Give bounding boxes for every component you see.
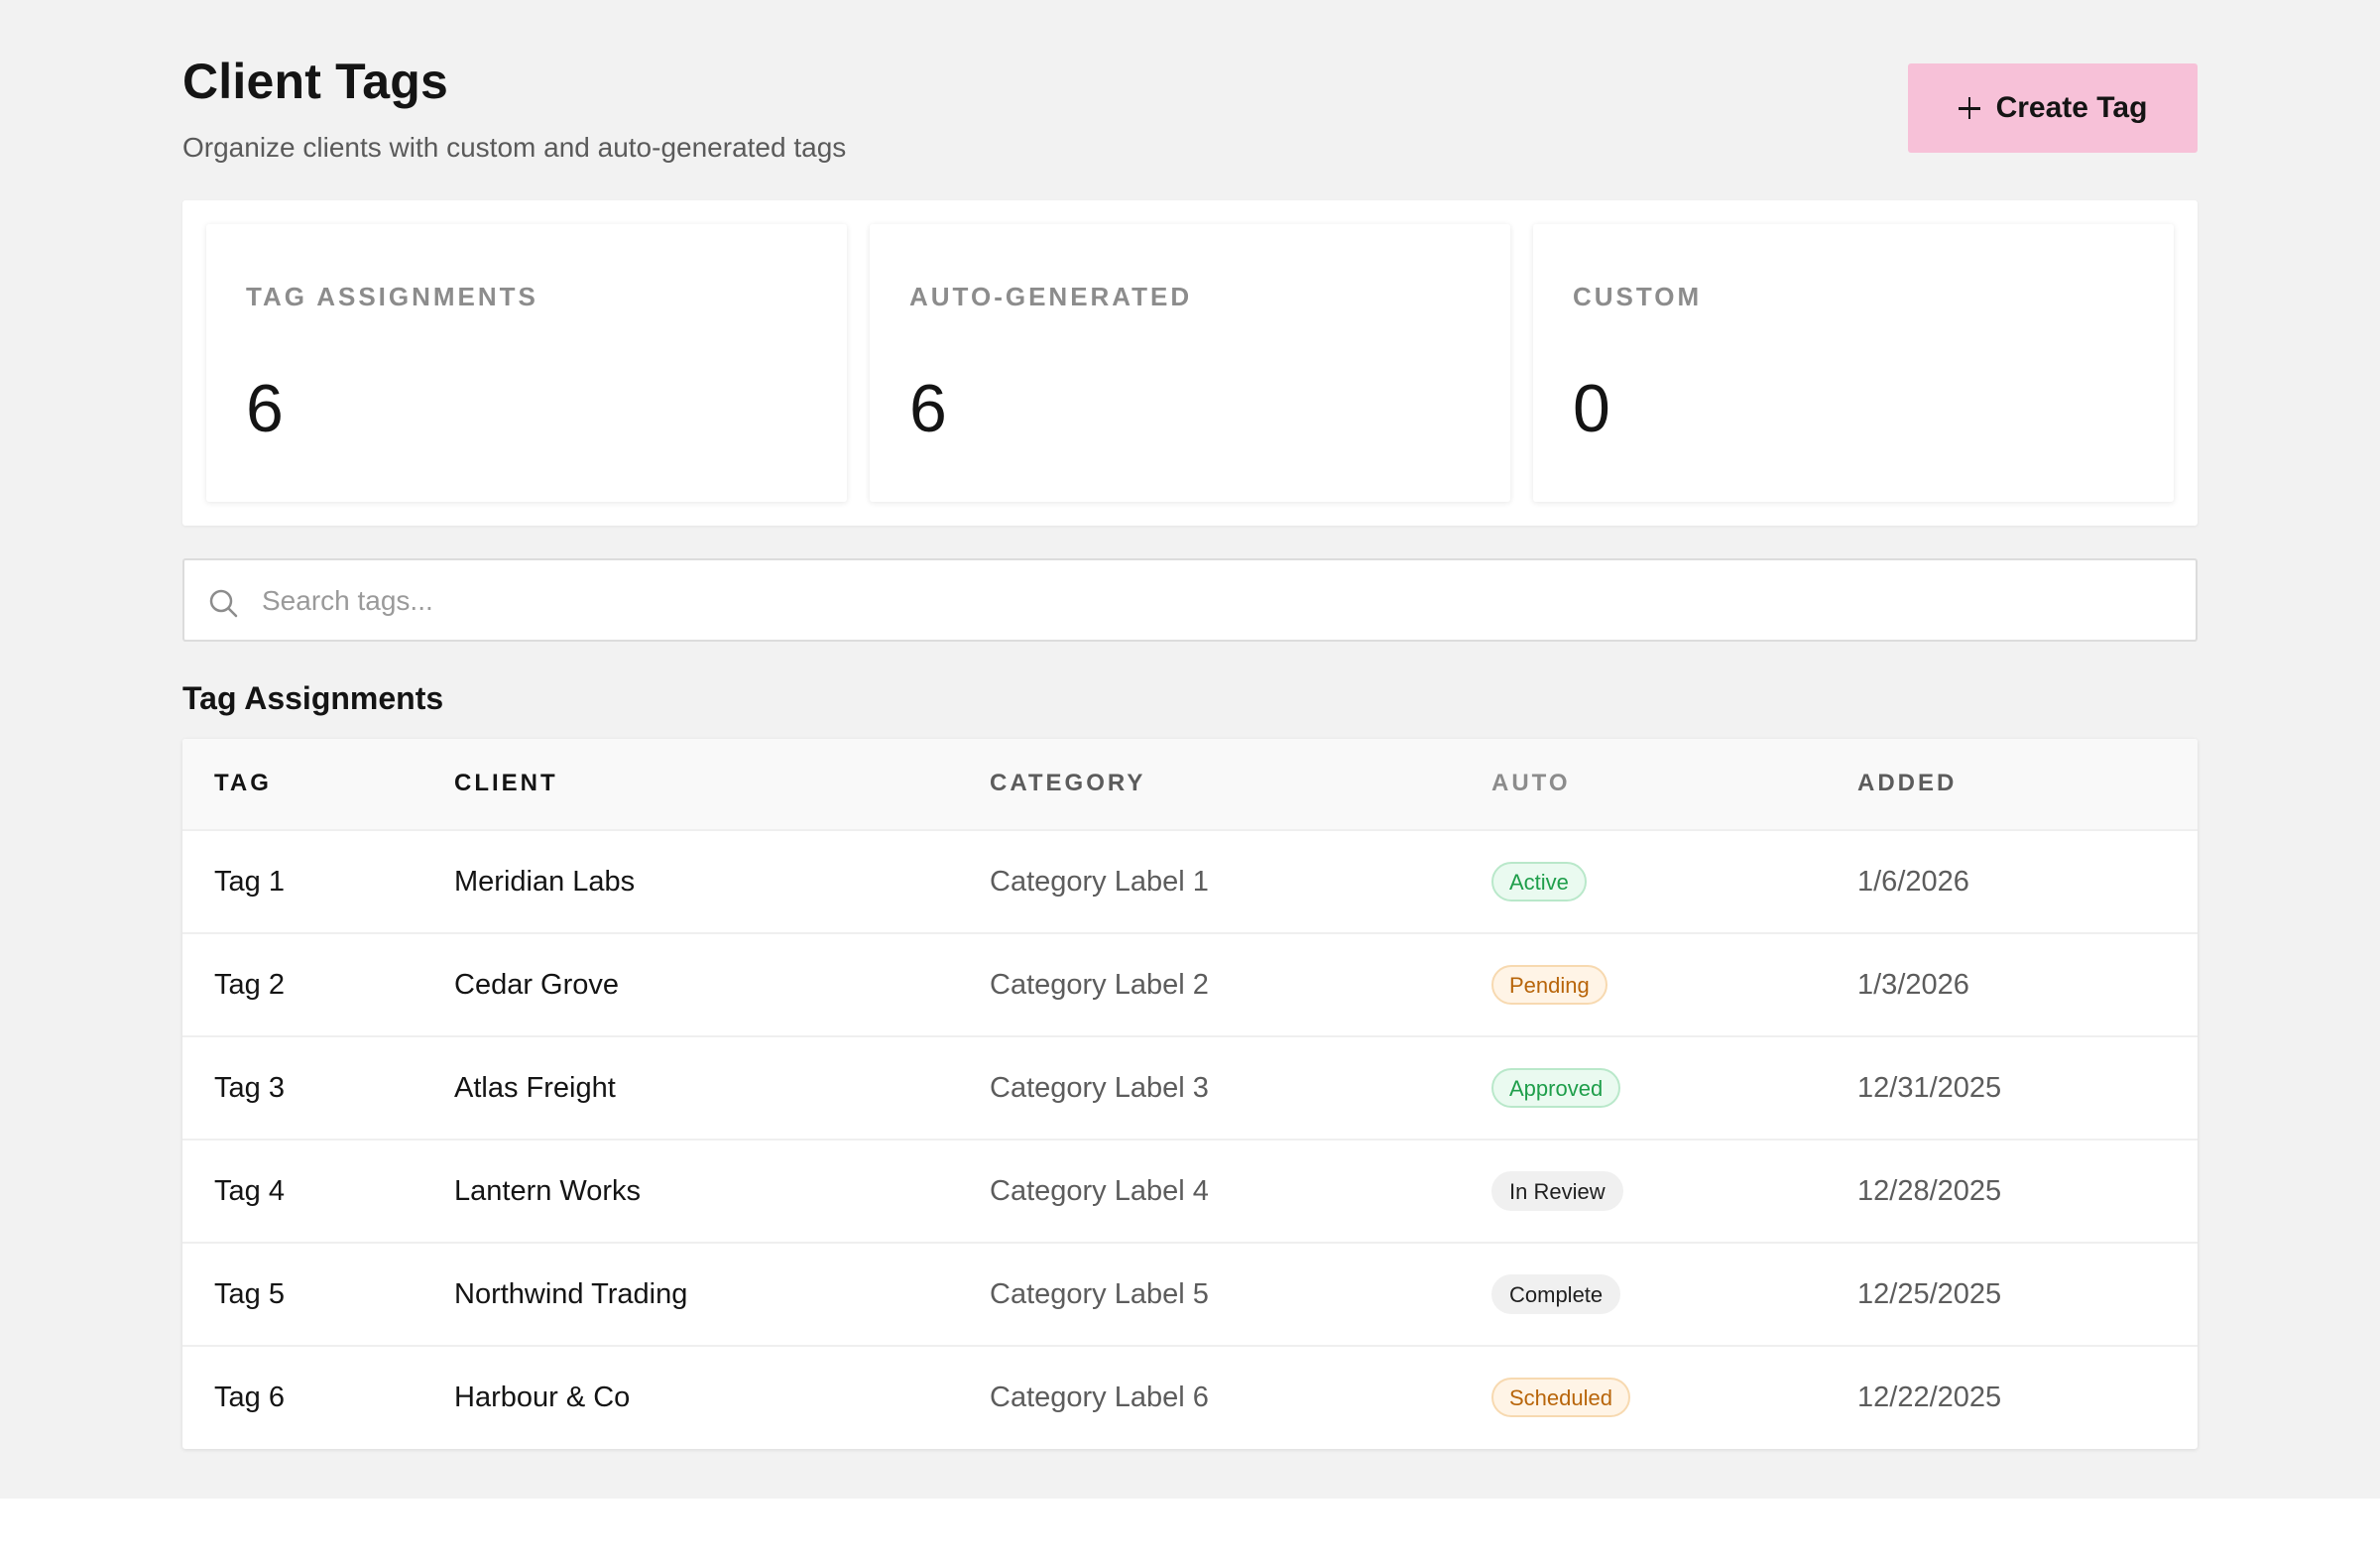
cell-added: 12/31/2025 (1857, 1071, 2002, 1104)
table-row[interactable]: Tag 5 Northwind Trading Category Label 5… (182, 1242, 2198, 1345)
column-header-added[interactable]: ADDED (1857, 770, 1957, 797)
cell-client: Meridian Labs (454, 865, 636, 898)
cell-added: 1/6/2026 (1857, 865, 1969, 898)
cell-client: Harbour & Co (454, 1381, 631, 1413)
search-input[interactable] (260, 560, 2148, 642)
cell-auto: In Review (1491, 1141, 1623, 1242)
cell-category: Category Label 3 (990, 1071, 1209, 1104)
cell-auto: Complete (1491, 1244, 1621, 1345)
cell-client: Northwind Trading (454, 1277, 688, 1310)
status-badge: Complete (1491, 1274, 1621, 1314)
cell-auto: Pending (1491, 934, 1607, 1035)
status-badge: Scheduled (1491, 1378, 1630, 1417)
cell-added: 12/25/2025 (1857, 1277, 2002, 1310)
create-tag-button-label: Create Tag (1995, 91, 2148, 124)
stat-label: AUTO-GENERATED (909, 282, 1193, 311)
cell-added: 12/28/2025 (1857, 1174, 2002, 1207)
page-subtitle: Organize clients with custom and auto-ge… (182, 132, 847, 163)
stat-card-custom: CUSTOM 0 (1533, 224, 2174, 502)
tag-assignments-table: TAG CLIENT CATEGORY AUTO ADDED Tag 1 Mer… (182, 739, 2198, 1449)
tag-assignments-heading: Tag Assignments (182, 680, 444, 716)
status-badge: In Review (1491, 1171, 1623, 1211)
status-badge: Active (1491, 862, 1587, 902)
stat-label: CUSTOM (1573, 282, 1703, 311)
cell-auto: Scheduled (1491, 1347, 1630, 1448)
stat-value: 0 (1573, 371, 1610, 446)
table-row[interactable]: Tag 6 Harbour & Co Category Label 6 Sche… (182, 1345, 2198, 1448)
stat-value: 6 (246, 371, 284, 446)
cell-category: Category Label 6 (990, 1381, 1209, 1413)
cell-tag: Tag 1 (214, 865, 285, 898)
column-header-tag[interactable]: TAG (214, 770, 272, 797)
cell-tag: Tag 5 (214, 1277, 285, 1310)
cell-category: Category Label 5 (990, 1277, 1209, 1310)
cell-client: Cedar Grove (454, 968, 620, 1001)
cell-auto: Active (1491, 831, 1587, 932)
page-title: Client Tags (182, 54, 448, 109)
column-header-category[interactable]: CATEGORY (990, 770, 1145, 797)
table-row[interactable]: Tag 2 Cedar Grove Category Label 2 Pendi… (182, 932, 2198, 1035)
stat-value: 6 (909, 371, 947, 446)
column-header-auto[interactable]: AUTO (1491, 770, 1571, 797)
page-background: Client Tags Organize clients with custom… (0, 0, 2380, 1499)
cell-client: Atlas Freight (454, 1071, 616, 1104)
cell-category: Category Label 4 (990, 1174, 1209, 1207)
status-badge: Pending (1491, 965, 1607, 1005)
search-box[interactable] (182, 558, 2198, 642)
table-row[interactable]: Tag 3 Atlas Freight Category Label 3 App… (182, 1035, 2198, 1139)
cell-added: 12/22/2025 (1857, 1381, 2002, 1413)
table-header: TAG CLIENT CATEGORY AUTO ADDED (182, 739, 2198, 829)
create-tag-button[interactable]: Create Tag (1908, 63, 2198, 153)
column-header-client[interactable]: CLIENT (454, 770, 558, 797)
stat-card-auto-generated: AUTO-GENERATED 6 (870, 224, 1510, 502)
cell-category: Category Label 1 (990, 865, 1209, 898)
cell-category: Category Label 2 (990, 968, 1209, 1001)
stats-panel: TAG ASSIGNMENTS 6 AUTO-GENERATED 6 CUSTO… (182, 200, 2198, 526)
cell-tag: Tag 2 (214, 968, 285, 1001)
status-badge: Approved (1491, 1068, 1621, 1108)
table-row[interactable]: Tag 1 Meridian Labs Category Label 1 Act… (182, 829, 2198, 932)
search-icon (209, 589, 238, 618)
plus-icon (1958, 97, 1980, 119)
cell-added: 1/3/2026 (1857, 968, 1969, 1001)
cell-client: Lantern Works (454, 1174, 642, 1207)
table-row[interactable]: Tag 4 Lantern Works Category Label 4 In … (182, 1139, 2198, 1242)
cell-tag: Tag 3 (214, 1071, 285, 1104)
cell-tag: Tag 4 (214, 1174, 285, 1207)
stat-card-tag-assignments: TAG ASSIGNMENTS 6 (206, 224, 847, 502)
stat-label: TAG ASSIGNMENTS (246, 282, 538, 311)
cell-auto: Approved (1491, 1037, 1621, 1139)
cell-tag: Tag 6 (214, 1381, 285, 1413)
